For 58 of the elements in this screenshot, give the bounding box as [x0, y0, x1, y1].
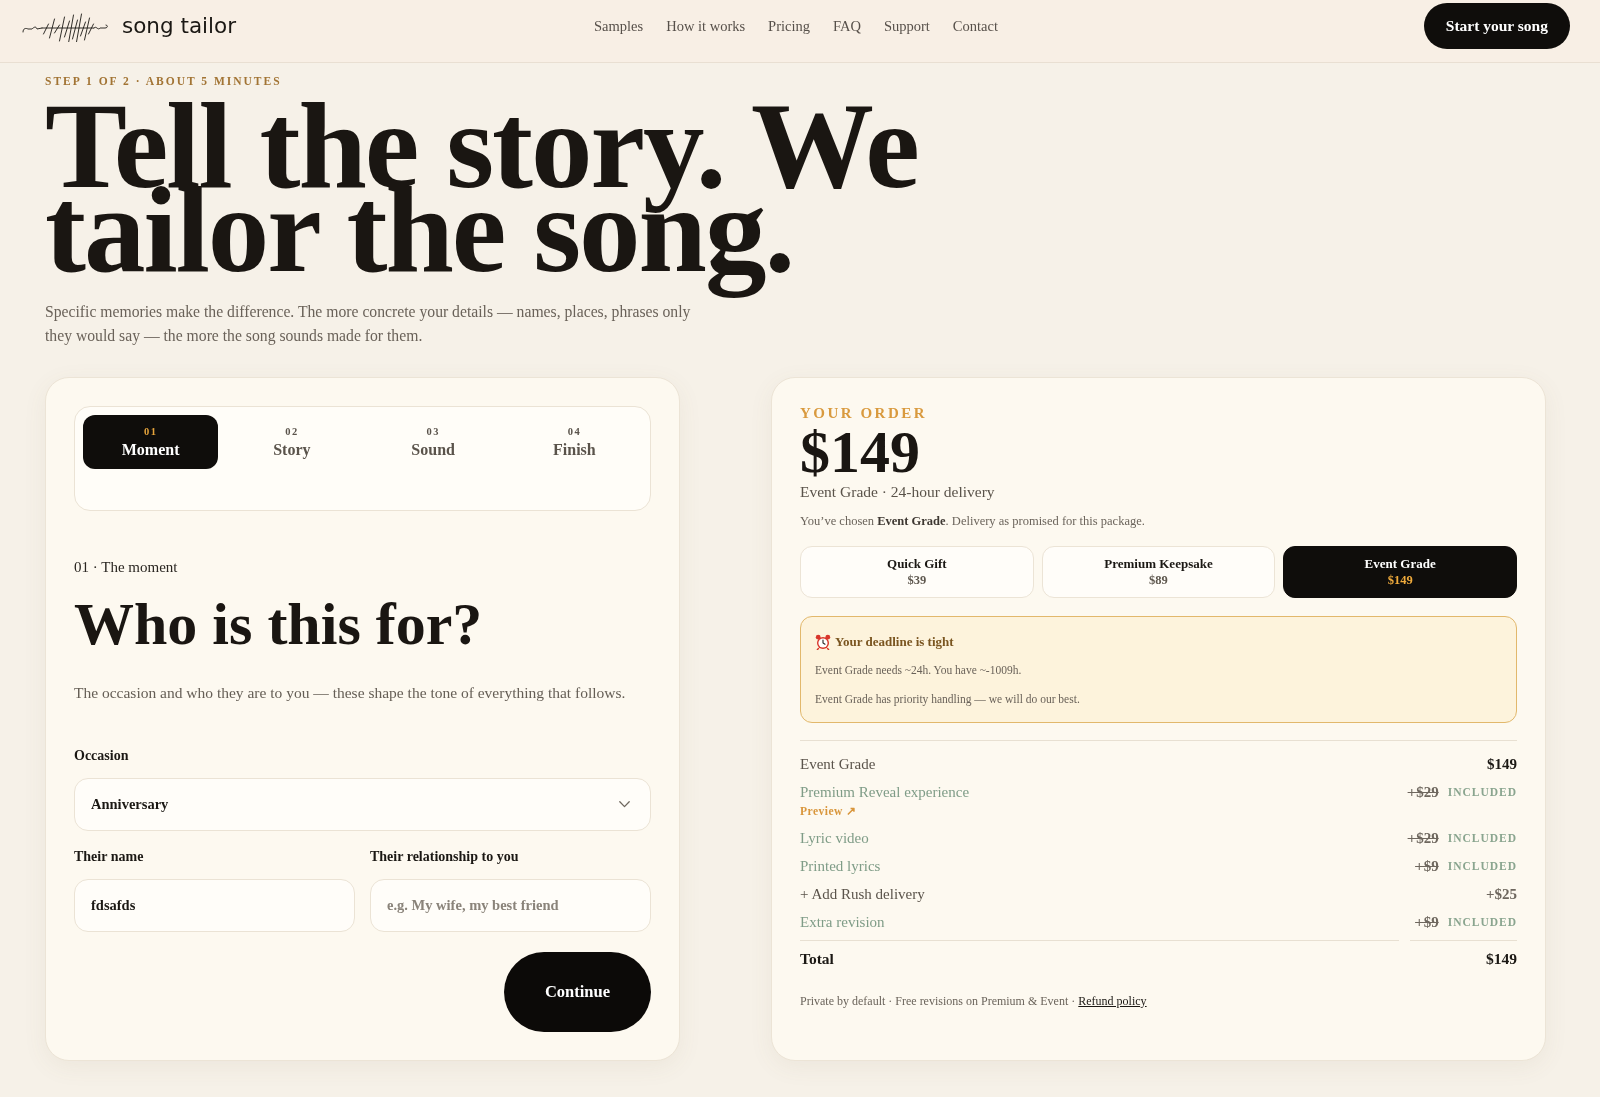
chevron-down-icon — [619, 801, 630, 808]
nav-link[interactable]: Pricing — [768, 17, 810, 35]
start-song-button[interactable]: Start your song — [1423, 3, 1570, 49]
continue-button[interactable]: Continue — [504, 952, 651, 1032]
text-input[interactable]: fdsafds — [74, 879, 355, 932]
footer-note: Private by default · Free revisions on Premium & Event · Refund policy — [800, 993, 1148, 1009]
waveform-logo-icon — [22, 10, 110, 42]
nav-link[interactable]: FAQ — [833, 17, 861, 35]
line-item-name: Event Grade — [800, 755, 876, 774]
hero-subtitle: Specific memories make the difference. The more concrete your details — names, places, phrases only they would say — the more the song sounds made for them. — [45, 302, 692, 347]
nav-link[interactable]: How it works — [666, 17, 746, 35]
alarm-clock-icon — [815, 634, 831, 650]
logo-text: song tailor — [122, 13, 236, 39]
order-note: You’ve chosen Event Grade. Delivery as promised for this package. — [800, 513, 1146, 530]
package-option[interactable]: Event Grade $149 — [1283, 546, 1517, 598]
line-item-name: Printed lyrics — [800, 857, 881, 876]
step-tab[interactable]: 02 Story — [224, 415, 360, 469]
line-item-price: +$29 — [1407, 783, 1439, 802]
step-tab[interactable]: 03 Sound — [365, 415, 501, 469]
section-heading: Who is this for? — [74, 592, 484, 656]
order-label: YOUR ORDER — [800, 404, 929, 422]
refund-policy-link[interactable]: Refund policy — [1078, 994, 1147, 1008]
field-label: Their name — [74, 848, 145, 866]
select-field[interactable]: Anniversary — [74, 778, 651, 831]
field-label: Occasion — [74, 747, 130, 765]
line-item-price: +$29 — [1407, 829, 1439, 848]
included-label: INCLUDED — [1447, 785, 1517, 800]
package-option[interactable]: Quick Gift $39 — [800, 546, 1034, 598]
alert-text: Event Grade needs ~24h. You have ~-1009h. — [815, 663, 1023, 678]
included-label: INCLUDED — [1447, 915, 1517, 930]
alert-title: Your deadline is tight — [835, 633, 954, 651]
step-label: STEP 1 OF 2 · ABOUT 5 MINUTES — [45, 74, 283, 88]
alert-text: Event Grade has priority handling — we will do our best. — [815, 692, 1081, 707]
hero-title: Tell the story. We tailor the song. — [45, 98, 919, 300]
step-tab[interactable]: 04 Finish — [506, 415, 642, 469]
nav-link[interactable]: Contact — [952, 17, 998, 35]
add-on-toggle[interactable]: + Add Rush delivery — [800, 884, 925, 904]
line-item-name: Premium Reveal experience — [800, 783, 970, 802]
line-item-price: +$9 — [1415, 857, 1439, 876]
line-item-price: $149 — [1487, 755, 1517, 774]
line-item-name: Extra revision — [800, 913, 885, 932]
package-option[interactable]: Premium Keepsake $89 — [1041, 546, 1276, 598]
nav-link[interactable]: Support — [883, 17, 930, 35]
order-summary: Event Grade · 24-hour delivery — [800, 482, 996, 502]
total-label: Total — [800, 940, 1399, 977]
step-tab[interactable]: 01 Moment — [83, 415, 219, 469]
section-description: The occasion and who they are to you — these shape the tone of everything that follows. — [74, 683, 627, 703]
line-item-price: +$9 — [1415, 913, 1439, 932]
line-item-price: +$25 — [1485, 885, 1517, 904]
section-label: 01 · The moment — [74, 558, 179, 577]
line-item-name: Lyric video — [800, 829, 869, 848]
text-input[interactable]: e.g. My wife, my best friend — [370, 879, 651, 932]
field-label: Their relationship to you — [370, 848, 520, 866]
included-label: INCLUDED — [1447, 831, 1517, 846]
nav-link[interactable]: Samples — [594, 17, 644, 35]
included-label: INCLUDED — [1447, 859, 1517, 874]
total-price: $149 — [1410, 940, 1517, 977]
order-price: $149 — [800, 427, 920, 478]
